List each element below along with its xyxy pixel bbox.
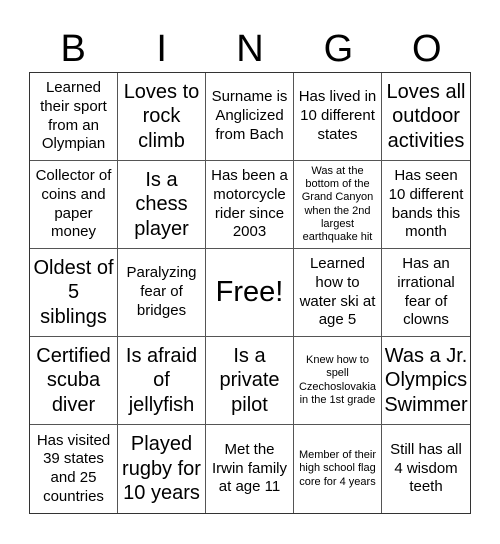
bingo-cell-g4[interactable]: Knew how to spell Czechoslovakia in the … [294,337,382,425]
header-letter-b: B [60,28,86,70]
bingo-cell-b3[interactable]: Oldest of 5 siblings [30,249,118,337]
cell-label: Learned how to water ski at age 5 [299,255,376,329]
cell-label: Has been a motorcycle rider since 2003 [211,167,288,241]
header-letter-n: N [236,28,264,70]
cell-label: Is a private pilot [219,344,280,416]
cell-label: Collector of coins and paper money [35,167,112,241]
cell-label: Played rugby for 10 years [122,433,201,505]
bingo-cell-i3[interactable]: Paralyzing fear of bridges [118,249,206,337]
bingo-cell-free[interactable]: Free! [206,249,294,337]
bingo-cell-n1[interactable]: Surname is Anglicized from Bach [206,73,294,161]
bingo-cell-b2[interactable]: Collector of coins and paper money [30,161,118,249]
bingo-cell-i1[interactable]: Loves to rock climb [118,73,206,161]
bingo-cell-o2[interactable]: Has seen 10 different bands this month [382,161,470,249]
bingo-cell-o3[interactable]: Has an irrational fear of clowns [382,249,470,337]
cell-label: Has visited 39 states and 25 countries [36,431,111,505]
bingo-cell-o4[interactable]: Was a Jr. Olympics Swimmer [382,337,470,425]
cell-label: Member of their high school flag core fo… [298,449,377,488]
cell-label: Has an irrational fear of clowns [397,255,455,329]
cell-label: Is a chess player [134,168,189,240]
cell-label: Learned their sport from an Olympian [40,79,107,153]
bingo-cell-i4[interactable]: Is afraid of jellyfish [118,337,206,425]
bingo-cell-g1[interactable]: Has lived in 10 different states [294,73,382,161]
cell-label: Oldest of 5 siblings [33,256,114,328]
bingo-header: B I N G O [29,26,471,72]
bingo-board: Learned their sport from an Olympian Love… [29,72,471,514]
free-space-label: Free! [215,275,284,308]
cell-label: Still has all 4 wisdom teeth [390,440,462,496]
bingo-cell-n2[interactable]: Has been a motorcycle rider since 2003 [206,161,294,249]
cell-label: Met the Irwin family at age 11 [211,440,287,496]
bingo-cell-g2[interactable]: Was at the bottom of the Grand Canyon wh… [294,161,382,249]
cell-label: Loves to rock climb [123,80,200,152]
cell-label: Has lived in 10 different states [298,88,377,143]
cell-label: Is afraid of jellyfish [125,344,198,416]
bingo-cell-b4[interactable]: Certified scuba diver [30,337,118,425]
cell-label: Paralyzing fear of bridges [126,264,197,319]
bingo-cell-n4[interactable]: Is a private pilot [206,337,294,425]
bingo-cell-o5[interactable]: Still has all 4 wisdom teeth [382,425,470,513]
cell-label: Knew how to spell Czechoslovakia in the … [298,354,377,406]
header-letter-o: O [412,28,442,70]
cell-label: Was at the bottom of the Grand Canyon wh… [301,164,374,243]
cell-label: Certified scuba diver [36,344,111,416]
bingo-cell-i2[interactable]: Is a chess player [118,161,206,249]
bingo-cell-g3[interactable]: Learned how to water ski at age 5 [294,249,382,337]
cell-label: Loves all outdoor activities [386,80,466,152]
bingo-cell-b5[interactable]: Has visited 39 states and 25 countries [30,425,118,513]
bingo-cell-g5[interactable]: Member of their high school flag core fo… [294,425,382,513]
bingo-cell-o1[interactable]: Loves all outdoor activities [382,73,470,161]
cell-label: Has seen 10 different bands this month [388,167,464,241]
bingo-cell-i5[interactable]: Played rugby for 10 years [118,425,206,513]
header-letter-g: G [323,28,354,70]
bingo-cell-n5[interactable]: Met the Irwin family at age 11 [206,425,294,513]
header-letter-i: I [156,28,167,70]
bingo-cell-b1[interactable]: Learned their sport from an Olympian [30,73,118,161]
cell-label: Surname is Anglicized from Bach [211,88,288,143]
cell-label: Was a Jr. Olympics Swimmer [384,344,468,416]
